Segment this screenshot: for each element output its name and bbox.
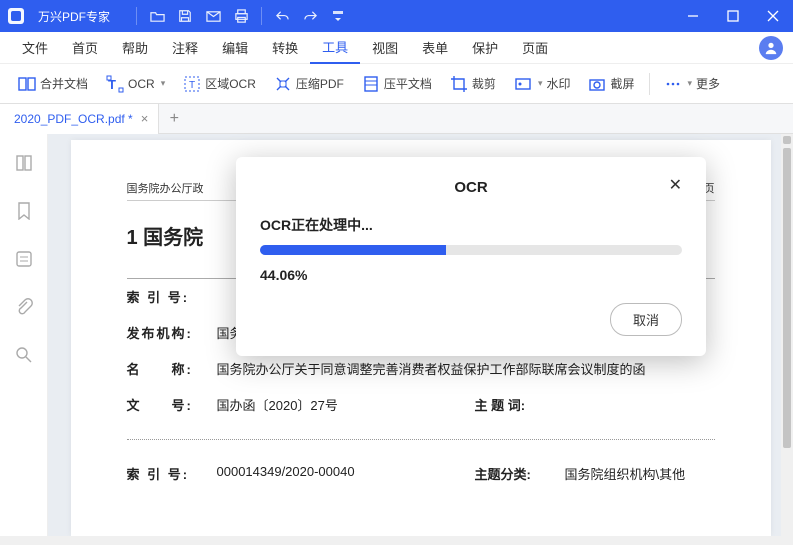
meta-label: 主题分类: (475, 464, 565, 483)
progress-percent: 44.06% (260, 267, 682, 283)
meta-value (565, 395, 715, 414)
dialog-close-icon[interactable]: ✕ (669, 175, 682, 195)
search-icon[interactable] (13, 344, 35, 366)
vertical-scrollbar[interactable] (781, 134, 793, 536)
window-close[interactable] (753, 0, 793, 32)
tool-flatten[interactable]: 压平文档 (354, 69, 440, 99)
svg-text:T: T (108, 77, 116, 92)
meta-label: 发布机构: (127, 323, 217, 342)
crop-icon (450, 75, 468, 93)
compress-icon (274, 75, 292, 93)
tool-merge[interactable]: 合并文档 (10, 69, 96, 99)
more-icon (664, 75, 682, 93)
menu-form[interactable]: 表单 (410, 32, 460, 64)
menu-edit[interactable]: 编辑 (210, 32, 260, 64)
meta-value: 000014349/2020-00040 (217, 464, 475, 483)
ocr-icon: T (106, 75, 124, 93)
menu-view[interactable]: 视图 (360, 32, 410, 64)
tool-ocr[interactable]: T OCR ▾ (98, 69, 173, 99)
chevron-down-icon: ▾ (161, 78, 166, 89)
tab-close-icon[interactable]: × (141, 111, 149, 126)
document-tab[interactable]: 2020_PDF_OCR.pdf * × (0, 104, 159, 134)
ocr-dialog: OCR ✕ OCR正在处理中... 44.06% 取消 (236, 157, 706, 356)
menu-annotate[interactable]: 注释 (160, 32, 210, 64)
tool-watermark[interactable]: ▾水印 (506, 69, 579, 99)
title-bar: 万兴PDF专家 (0, 0, 793, 32)
tool-more[interactable]: ▾更多 (656, 69, 729, 99)
area-ocr-icon: T (183, 75, 201, 93)
save-icon[interactable] (171, 2, 199, 30)
page-header-left: 国务院办公厅政 (127, 180, 204, 196)
print-icon[interactable] (227, 2, 255, 30)
menu-file[interactable]: 文件 (10, 32, 60, 64)
tool-ocr-label: OCR (128, 77, 155, 91)
meta-value: 国务院组织机构\其他 (565, 464, 715, 483)
tab-bar: 2020_PDF_OCR.pdf * × + (0, 104, 793, 134)
meta-label: 名 称: (127, 359, 217, 378)
flatten-icon (362, 75, 380, 93)
tool-compress-label: 压缩PDF (296, 75, 344, 92)
tool-bar: 合并文档 TOCR▾ T区域OCR 压缩PDF 压平文档 裁剪 ▾水印 截屏 ▾… (0, 64, 793, 104)
tool-screenshot[interactable]: 截屏 (580, 69, 642, 99)
tool-crop[interactable]: 裁剪 (442, 69, 504, 99)
camera-icon (588, 75, 606, 93)
meta-label: 文 号: (127, 395, 217, 414)
mail-icon[interactable] (199, 2, 227, 30)
tool-flatten-label: 压平文档 (384, 75, 432, 92)
window-minimize[interactable] (673, 0, 713, 32)
sidebar (0, 134, 48, 536)
meta-value: 国务院办公厅关于同意调整完善消费者权益保护工作部际联席会议制度的函 (217, 359, 715, 378)
open-icon[interactable] (143, 2, 171, 30)
bookmark-icon[interactable] (13, 200, 35, 222)
tool-more-label: 更多 (696, 75, 720, 92)
progress-fill (260, 245, 446, 255)
tool-merge-label: 合并文档 (40, 75, 88, 92)
tool-crop-label: 裁剪 (472, 75, 496, 92)
horizontal-scrollbar[interactable] (0, 536, 793, 545)
meta-label: 索 引 号: (127, 287, 217, 306)
dialog-title: OCR (454, 179, 487, 196)
cancel-button[interactable]: 取消 (610, 303, 682, 336)
window-maximize[interactable] (713, 0, 753, 32)
chevron-down-icon: ▾ (688, 78, 693, 89)
menu-tools[interactable]: 工具 (310, 32, 360, 64)
chevron-down-icon: ▾ (538, 78, 543, 89)
svg-text:T: T (189, 80, 195, 91)
meta-value: 国办函〔2020〕27号 (217, 395, 475, 414)
ocr-status-text: OCR正在处理中... (260, 215, 682, 235)
user-avatar[interactable] (759, 36, 783, 60)
merge-icon (18, 75, 36, 93)
app-name: 万兴PDF专家 (38, 8, 110, 25)
meta-label: 索 引 号: (127, 464, 217, 483)
menu-protect[interactable]: 保护 (460, 32, 510, 64)
menu-convert[interactable]: 转换 (260, 32, 310, 64)
meta-label: 主 题 词: (475, 395, 565, 414)
menu-help[interactable]: 帮助 (110, 32, 160, 64)
menu-home[interactable]: 首页 (60, 32, 110, 64)
tab-title: 2020_PDF_OCR.pdf * (14, 112, 133, 126)
progress-bar (260, 245, 682, 255)
attachment-icon[interactable] (13, 296, 35, 318)
tool-compress[interactable]: 压缩PDF (266, 69, 352, 99)
tool-area-ocr[interactable]: T 区域OCR (175, 69, 264, 99)
menu-bar: 文件 首页 帮助 注释 编辑 转换 工具 视图 表单 保护 页面 (0, 32, 793, 64)
add-tab-button[interactable]: + (159, 104, 189, 134)
tool-area-ocr-label: 区域OCR (205, 75, 256, 92)
menu-page[interactable]: 页面 (510, 32, 560, 64)
thumbnails-icon[interactable] (13, 152, 35, 174)
annotation-list-icon[interactable] (13, 248, 35, 270)
watermark-icon (514, 75, 532, 93)
tool-screenshot-label: 截屏 (610, 75, 634, 92)
undo-icon[interactable] (268, 2, 296, 30)
app-logo (0, 0, 32, 32)
toolbar-separator (649, 73, 650, 95)
quick-dropdown-icon[interactable] (324, 2, 352, 30)
redo-icon[interactable] (296, 2, 324, 30)
tool-watermark-label: 水印 (546, 75, 570, 92)
